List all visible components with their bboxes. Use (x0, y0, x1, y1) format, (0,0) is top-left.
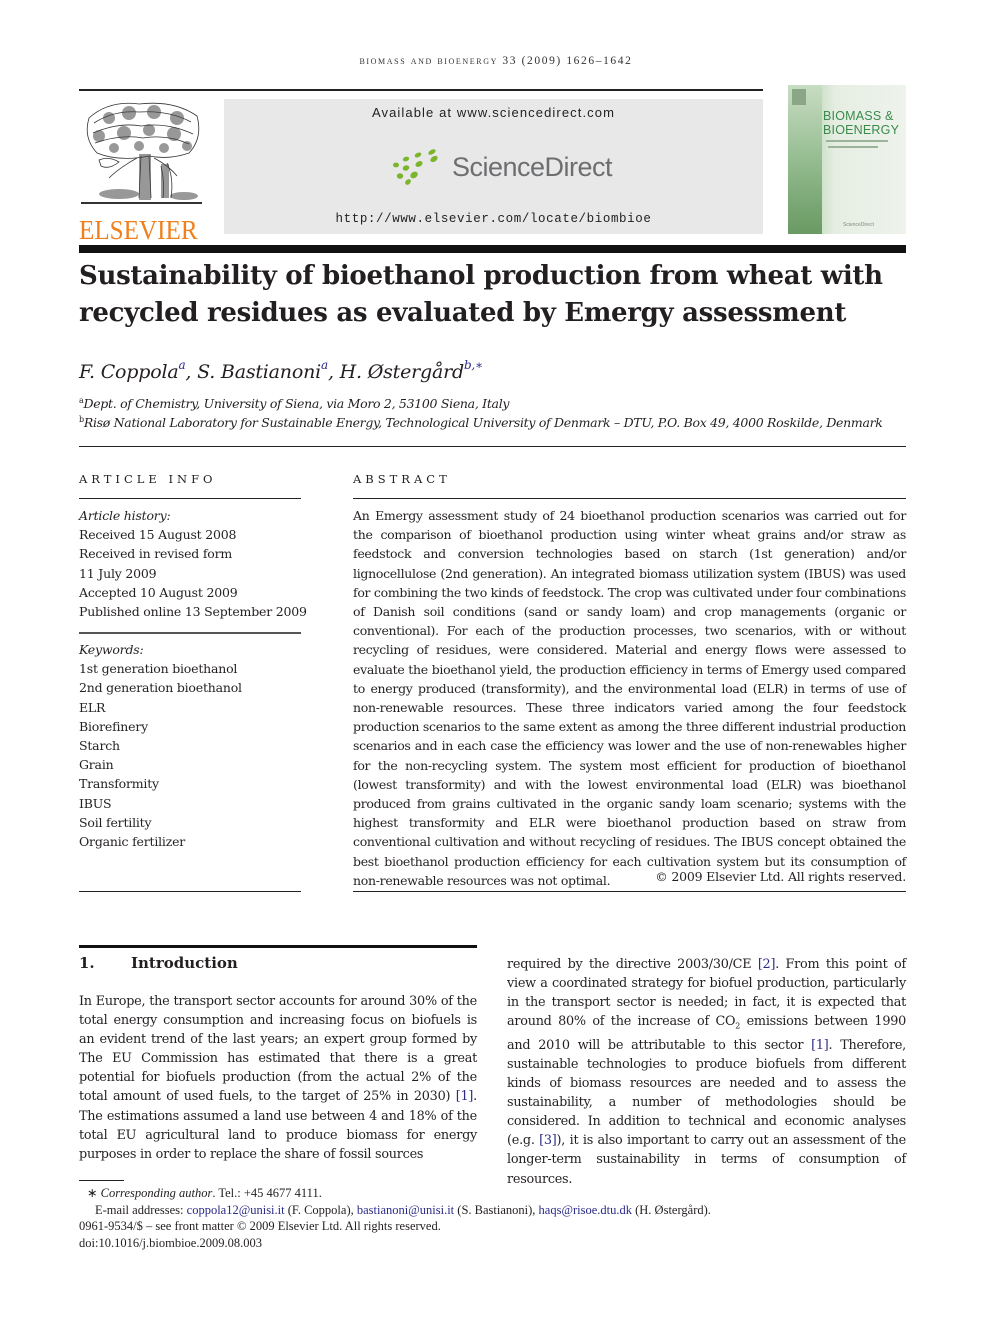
doi-link[interactable]: doi:10.1016/j.biombioe.2009.08.003 (79, 1235, 909, 1252)
history-item: Received in revised form (79, 546, 233, 562)
article-title: Sustainability of bioethanol production … (79, 261, 883, 328)
keyword: Organic fertilizer (79, 834, 186, 850)
cover-footer: ScienceDirect (843, 222, 874, 228)
history-item: Accepted 10 August 2009 (79, 584, 238, 600)
abstract-heading: ABSTRACT (353, 472, 451, 486)
history-item: Published online 13 September 2009 (79, 604, 307, 620)
article-history: Article history: Received 15 August 2008… (79, 506, 309, 621)
keyword: 2nd generation bioethanol (79, 680, 242, 696)
author-name[interactable]: S. Bastianoni (197, 361, 321, 383)
history-item: Received 15 August 2008 (79, 527, 237, 543)
intro-paragraph-left: In Europe, the transport sector accounts… (79, 992, 477, 1164)
email-link[interactable]: coppola12@unisi.it (187, 1203, 285, 1217)
cover-title-line2: BIOENERGY (823, 123, 900, 137)
cover-editor-text (826, 140, 888, 142)
keyword: Grain (79, 757, 114, 773)
abstract-copyright: © 2009 Elsevier Ltd. All rights reserved… (655, 869, 906, 884)
intro-paragraph-right: required by the directive 2003/30/CE [2]… (507, 955, 906, 1189)
cover-title-line1: BIOMASS & (823, 109, 894, 123)
sciencedirect-dots-icon (393, 149, 438, 185)
available-at-text: Available at www.sciencedirect.com (371, 105, 616, 120)
sciencedirect-banner: Available at www.sciencedirect.com Scien… (224, 99, 763, 234)
keyword: ELR (79, 699, 106, 715)
email-owner: (H. Østergård). (631, 1202, 711, 1217)
divider (79, 498, 301, 499)
sciencedirect-logo-text: ScienceDirect (452, 151, 613, 182)
affiliation-text: Dept. of Chemistry, University of Siena,… (83, 396, 510, 411)
journal-cover[interactable]: BIOMASS & BIOENERGY ScienceDirect (788, 85, 906, 234)
affiliation-b: bRisø National Laboratory for Sustainabl… (79, 415, 883, 430)
keyword: Starch (79, 738, 120, 754)
email-link[interactable]: haqs@risoe.dtu.dk (539, 1203, 632, 1217)
divider (79, 632, 301, 634)
author-list: F. Coppolaa, S. Bastianonia, H. Østergår… (79, 358, 483, 383)
body-text: . Therefore, sustainable technologies to… (507, 1037, 906, 1149)
divider (353, 498, 906, 499)
elsevier-wordmark: ELSEVIER (79, 215, 198, 245)
elsevier-logo[interactable]: ELSEVIER (79, 98, 204, 244)
body-text: In Europe, the transport sector accounts… (79, 994, 477, 1105)
corresponding-author-note: ∗ Corresponding author. Tel.: +45 4677 4… (79, 1185, 909, 1202)
email-owner: (S. Bastianoni), (454, 1202, 539, 1217)
sciencedirect-logo[interactable]: ScienceDirect (390, 147, 613, 187)
keyword: Biorefinery (79, 718, 148, 734)
corresponding-author-label: Corresponding author (100, 1186, 213, 1200)
keywords-label: Keywords: (79, 642, 144, 657)
citation-link[interactable]: [1] (456, 1089, 474, 1104)
divider (79, 891, 301, 892)
cover-image-strip (788, 85, 822, 234)
citation-link[interactable]: [3] (539, 1133, 557, 1148)
email-label: E-mail addresses: (95, 1202, 187, 1217)
affiliation-marker[interactable]: a (321, 358, 328, 372)
footnote-rule (79, 1180, 124, 1181)
email-owner: (F. Coppola), (284, 1202, 357, 1217)
keywords: Keywords: 1st generation bioethanol 2nd … (79, 640, 309, 851)
body-text: required by the directive 2003/30/CE (507, 957, 758, 972)
keyword: Soil fertility (79, 814, 152, 830)
telephone: . Tel.: +45 4677 4111. (212, 1186, 322, 1200)
section-number: 1. (79, 954, 95, 972)
keyword: IBUS (79, 795, 112, 811)
footnotes: ∗ Corresponding author. Tel.: +45 4677 4… (79, 1185, 909, 1251)
header-rule (79, 89, 763, 91)
section-title: Introduction (131, 954, 238, 972)
author-name[interactable]: H. Østergård (340, 361, 464, 383)
section-heading-introduction: 1. Introduction (79, 954, 238, 972)
citation-link[interactable]: [1] (811, 1038, 829, 1053)
body-text: ), it is also important to carry out an … (507, 1133, 906, 1187)
footnote-marker: ∗ (87, 1186, 98, 1200)
title-rule (79, 245, 906, 253)
cover-editor-text (828, 146, 878, 148)
affiliation-rule (79, 446, 906, 447)
cover-title: BIOMASS & BIOENERGY (823, 109, 899, 137)
cover-elsevier-badge-icon (792, 89, 806, 105)
article-info-heading: ARTICLE INFO (79, 472, 217, 486)
affiliation-marker[interactable]: b,∗ (464, 358, 483, 372)
history-item: 11 July 2009 (79, 565, 157, 581)
journal-url-link[interactable]: http://www.elsevier.com/locate/biombioe (224, 212, 763, 226)
elsevier-tree-icon (81, 102, 202, 204)
email-addresses: E-mail addresses: coppola12@unisi.it (F.… (79, 1202, 909, 1219)
author-name[interactable]: F. Coppola (79, 361, 179, 383)
running-head: biomass and bioenergy 33 (2009) 1626–164… (359, 55, 633, 67)
issn-line: 0961-9534/$ – see front matter © 2009 El… (79, 1219, 441, 1233)
article-history-label: Article history: (79, 508, 171, 523)
email-link[interactable]: bastianoni@unisi.it (357, 1203, 454, 1217)
section-rule (79, 945, 477, 948)
affiliation-marker[interactable]: a (178, 358, 185, 372)
affiliation-a: aDept. of Chemistry, University of Siena… (79, 396, 509, 411)
keyword: Transformity (79, 776, 159, 792)
abstract-text: An Emergy assessment study of 24 bioetha… (353, 508, 906, 888)
keyword: 1st generation bioethanol (79, 661, 238, 677)
citation-link[interactable]: [2] (758, 957, 776, 972)
divider (353, 891, 906, 892)
affiliation-text: Risø National Laboratory for Sustainable… (83, 415, 883, 430)
